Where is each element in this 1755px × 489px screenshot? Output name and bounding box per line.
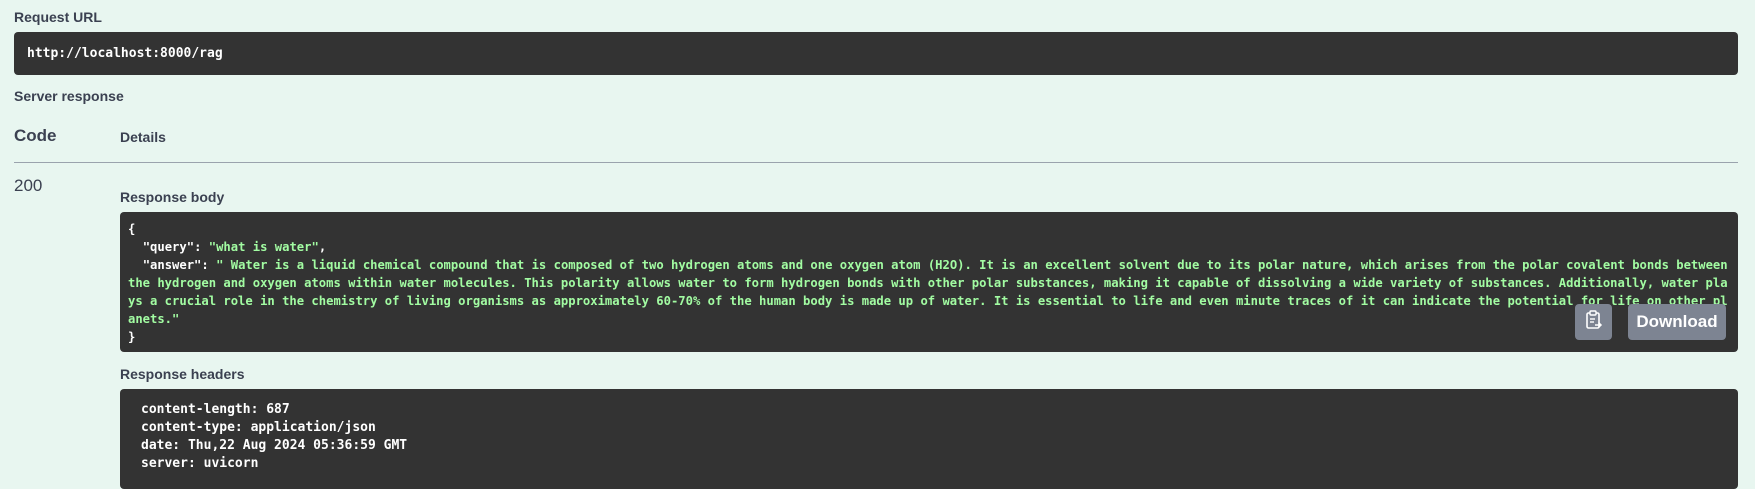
download-button[interactable]: Download xyxy=(1628,304,1726,340)
json-answer-key: "answer" xyxy=(142,258,202,272)
header-line: date: Thu,22 Aug 2024 05:36:59 GMT xyxy=(141,438,408,453)
response-headers-label: Response headers xyxy=(120,366,245,382)
json-query-line: "query": "what is water", xyxy=(142,240,327,254)
json-query-value: "what is water" xyxy=(208,240,319,254)
json-query-key: "query" xyxy=(142,240,195,254)
request-url-label: Request URL xyxy=(14,9,102,25)
response-headers[interactable]: content-length: 687 content-type: applic… xyxy=(120,389,1738,489)
json-answer-value: " Water is a liquid chemical compound th… xyxy=(128,258,1728,326)
header-line: server: uvicorn xyxy=(141,456,259,471)
header-line: content-length: 687 xyxy=(141,402,290,417)
clipboard-copy-icon xyxy=(1585,309,1603,335)
request-url-value[interactable]: http://localhost:8000/rag xyxy=(14,32,1738,75)
copy-to-clipboard-button[interactable] xyxy=(1575,304,1612,340)
table-divider xyxy=(14,162,1738,163)
column-header-code: Code xyxy=(14,126,57,145)
json-close-brace: } xyxy=(128,330,136,344)
response-body-label: Response body xyxy=(120,189,225,205)
server-response-label: Server response xyxy=(14,88,124,104)
header-line: content-type: application/json xyxy=(141,420,376,435)
status-code: 200 xyxy=(14,176,43,195)
response-body[interactable]: { "query": "what is water", "answer": " … xyxy=(120,212,1738,352)
json-open-brace: { xyxy=(128,222,136,236)
column-header-details: Details xyxy=(120,129,166,145)
json-answer-line: "answer": " Water is a liquid chemical c… xyxy=(128,258,1728,326)
